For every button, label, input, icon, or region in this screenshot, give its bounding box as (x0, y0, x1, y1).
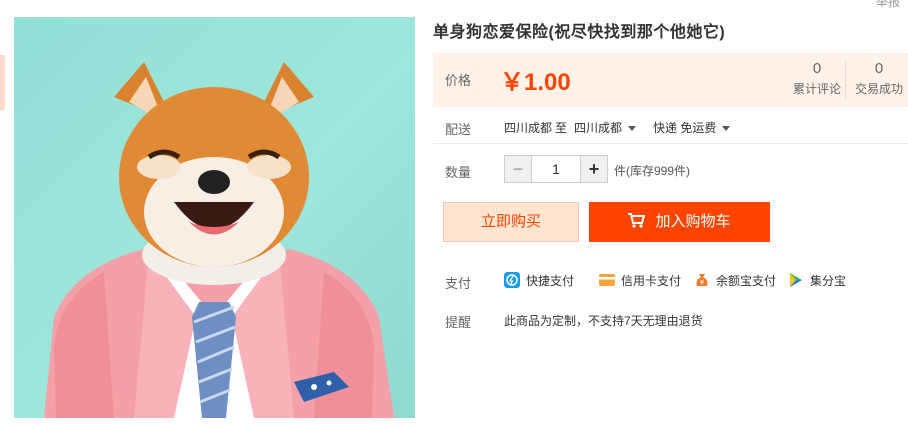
delivery-destination-dropdown[interactable]: 四川成都 (574, 119, 637, 136)
row-divider (433, 143, 908, 144)
payment-label: 支付 (445, 276, 472, 291)
payment-method-label: 集分宝 (810, 274, 847, 288)
payment-method-label: 快捷支付 (526, 274, 575, 288)
decrease-quantity-button[interactable]: − (505, 156, 532, 182)
chevron-down-icon (628, 126, 637, 132)
sales-label: 交易成功 (854, 82, 903, 96)
jifenbao-icon (790, 273, 802, 287)
svg-text:¥: ¥ (700, 279, 705, 287)
add-to-cart-label: 加入购物车 (655, 213, 731, 230)
report-link[interactable]: 举报 (876, 0, 900, 10)
reminder-text: 此商品为定制，不支持7天无理由退货 (504, 314, 703, 328)
sales-count: 0 (874, 60, 884, 77)
product-title: 单身狗恋爱保险(祝尽快找到那个他她它) (433, 24, 726, 41)
payment-method-label: 余额宝支付 (716, 274, 777, 288)
quantity-row: 数量 − 1 + 件(库存999件) (433, 155, 908, 185)
buy-now-button[interactable]: 立即购买 (443, 202, 579, 242)
price-label: 价格 (445, 73, 472, 88)
stock-text: 件(库存999件) (614, 164, 691, 178)
delivery-label: 配送 (445, 122, 472, 137)
increase-quantity-button[interactable]: + (580, 156, 607, 182)
shiba-dog-in-pink-suit-illustration (44, 62, 394, 418)
delivery-destination-value: 四川成都 (574, 121, 623, 135)
price-panel: 价格 ￥1.00 0 累计评论 0 交易成功 (433, 53, 908, 107)
stat-divider (845, 61, 846, 99)
chevron-down-icon (722, 126, 731, 132)
delivery-to-word: 至 (555, 121, 568, 135)
quantity-stepper[interactable]: − 1 + (504, 155, 608, 183)
payment-method-label: 信用卡支付 (621, 274, 682, 288)
price-value: ￥1.00 (500, 69, 571, 96)
sales-stat: 0 交易成功 (849, 60, 908, 97)
shipping-method-value: 快递 免运费 (653, 121, 717, 135)
yuebao-icon: ¥ (696, 274, 708, 287)
reminder-label: 提醒 (445, 315, 472, 330)
add-to-cart-button[interactable]: 加入购物车 (589, 202, 770, 242)
credit-card-icon (599, 274, 615, 286)
reminder-row: 提醒 此商品为定制，不支持7天无理由退货 (433, 310, 908, 330)
quantity-label: 数量 (445, 165, 472, 180)
delivery-row: 配送 四川成都 至 四川成都 快递 免运费 (433, 117, 908, 139)
quantity-input[interactable]: 1 (532, 156, 580, 182)
payment-row: 支付 快捷支付 信用卡支付 ¥ 余额宝支付 集分宝 (433, 271, 908, 291)
reviews-label: 累计评论 (792, 82, 841, 96)
delivery-from: 四川成都 (504, 121, 553, 135)
left-edge-fragment (0, 55, 5, 110)
cart-icon (628, 213, 646, 228)
quick-pay-icon (504, 272, 520, 288)
reviews-stat[interactable]: 0 累计评论 (787, 60, 847, 97)
product-image[interactable] (14, 17, 415, 418)
reviews-count: 0 (812, 60, 822, 77)
shipping-method-dropdown[interactable]: 快递 免运费 (653, 119, 731, 136)
